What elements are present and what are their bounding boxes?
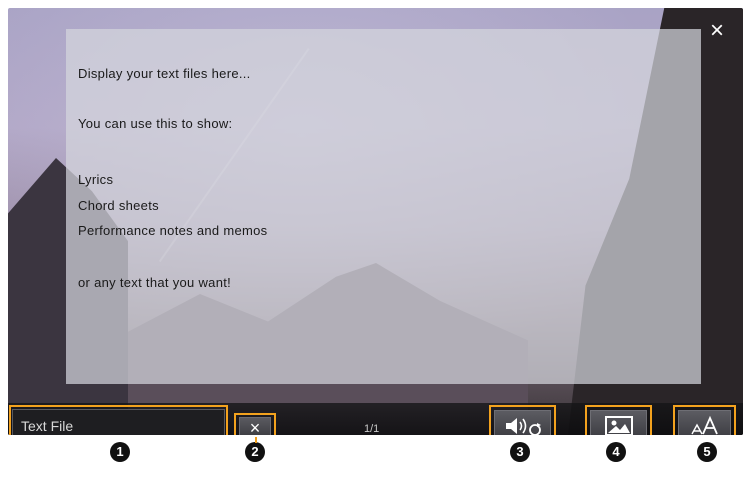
image-icon (604, 415, 633, 435)
text-line: Lyrics (78, 172, 114, 187)
font-size-icon (690, 415, 718, 434)
close-icon: × (709, 17, 724, 44)
close-button[interactable]: × (705, 17, 729, 44)
speaker-sync-icon (505, 417, 541, 435)
callout-2: 2 (245, 442, 265, 462)
background-image-button[interactable] (590, 410, 647, 435)
text-line: or any text that you want! (78, 275, 232, 290)
text-line: Chord sheets (78, 198, 159, 213)
text-viewer-screen: Display your text files here... You can … (8, 8, 743, 435)
text-line: Performance notes and memos (78, 223, 268, 238)
callout-3: 3 (510, 442, 530, 462)
text-line: Display your text files here... (78, 66, 251, 81)
callout-5: 5 (697, 442, 717, 462)
page-indicator: 1/1 (364, 423, 380, 435)
clear-button[interactable]: × (239, 417, 271, 435)
font-size-button[interactable] (678, 410, 731, 435)
callout-4: 4 (606, 442, 626, 462)
auto-scroll-button[interactable] (494, 410, 551, 435)
file-name-field[interactable]: Text File (12, 409, 225, 435)
callout-1: 1 (110, 442, 130, 462)
text-line: You can use this to show: (78, 116, 233, 131)
bottom-control-bar: Text File × 1/1 (8, 403, 743, 435)
clear-x-icon: × (249, 418, 261, 435)
callout-2-leader (255, 437, 257, 443)
text-display-panel[interactable]: Display your text files here... You can … (66, 29, 701, 384)
